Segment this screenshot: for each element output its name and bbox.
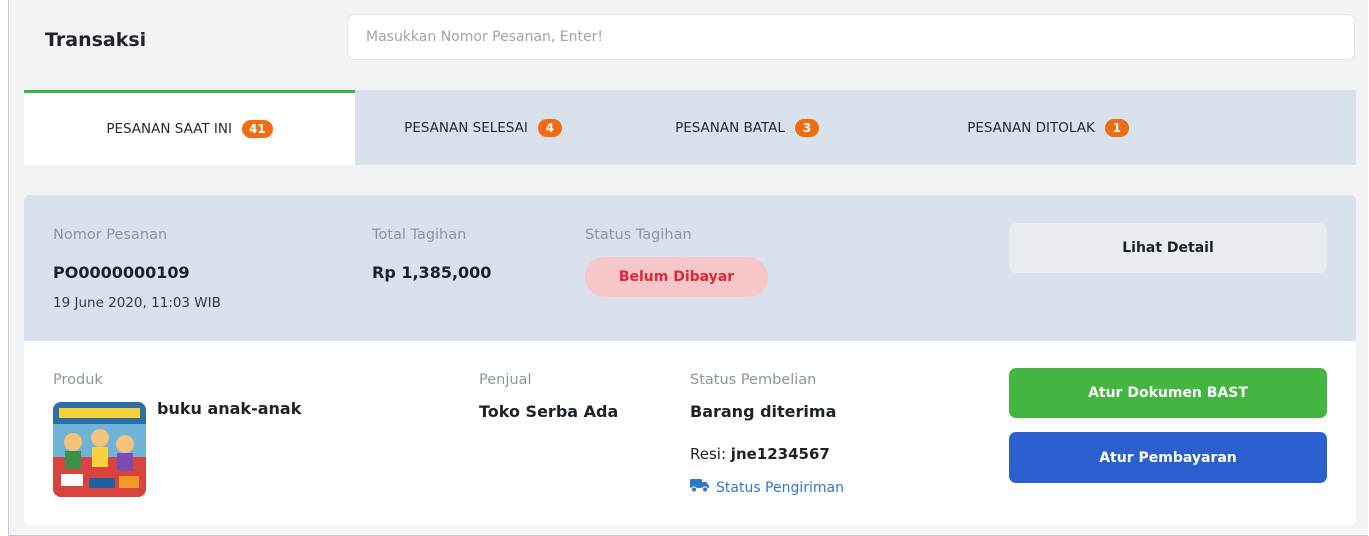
order-item-row: Produk buku anak-anak Penjual Toko Serba… [24,341,1356,526]
order-search-input[interactable] [347,14,1355,60]
shipping-status-link[interactable]: Status Pengiriman [690,478,844,497]
seller-label: Penjual [479,372,532,388]
tab-label: PESANAN SAAT INI [106,121,232,137]
tab-label: PESANAN BATAL [675,119,785,136]
order-number: PO0000000109 [53,263,190,282]
view-detail-button[interactable]: Lihat Detail [1009,223,1327,273]
book-cover-image [53,402,146,497]
tab-count-badge: 1 [1104,118,1129,137]
total-bill-label: Total Tagihan [372,227,467,243]
tab-completed-orders[interactable]: PESANAN SELESAI 4 [355,90,611,165]
tracking-number: Resi: jne1234567 [690,445,830,463]
tab-count-badge: 41 [241,120,273,138]
tab-label: PESANAN DITOLAK [967,119,1095,136]
truck-icon [690,478,710,497]
total-bill-value: Rp 1,385,000 [372,263,492,282]
transactions-panel: Transaksi PESANAN SAAT INI 41 PESANAN SE… [8,0,1368,536]
bill-status-label: Status Tagihan [585,227,692,243]
tracking-label: Resi: [690,445,727,463]
order-number-label: Nomor Pesanan [53,227,168,243]
product-name[interactable]: buku anak-anak [157,399,301,418]
seller-name: Toko Serba Ada [479,402,619,421]
bill-status-badge: Belum Dibayar [585,257,768,297]
product-label: Produk [53,372,103,388]
tab-current-orders[interactable]: PESANAN SAAT INI 41 [24,90,355,165]
tab-count-badge: 3 [794,118,819,137]
shipping-status-label: Status Pengiriman [716,479,845,496]
order-tabs: PESANAN SAAT INI 41 PESANAN SELESAI 4 PE… [24,90,1356,165]
product-thumbnail[interactable] [53,402,146,497]
purchase-status-label: Status Pembelian [690,372,817,388]
order-header: Nomor Pesanan PO0000000109 19 June 2020,… [24,195,1356,341]
tracking-value: jne1234567 [730,445,830,463]
tab-count-badge: 4 [537,118,562,137]
tab-rejected-orders[interactable]: PESANAN DITOLAK 1 [883,90,1213,165]
manage-payment-button[interactable]: Atur Pembayaran [1009,432,1327,483]
purchase-status-value: Barang diterima [690,402,837,421]
order-date: 19 June 2020, 11:03 WIB [53,295,221,311]
page-title: Transaksi [45,29,147,51]
manage-bast-document-button[interactable]: Atur Dokumen BAST [1009,368,1327,418]
tab-cancelled-orders[interactable]: PESANAN BATAL 3 [611,90,883,165]
tab-label: PESANAN SELESAI [404,119,528,136]
